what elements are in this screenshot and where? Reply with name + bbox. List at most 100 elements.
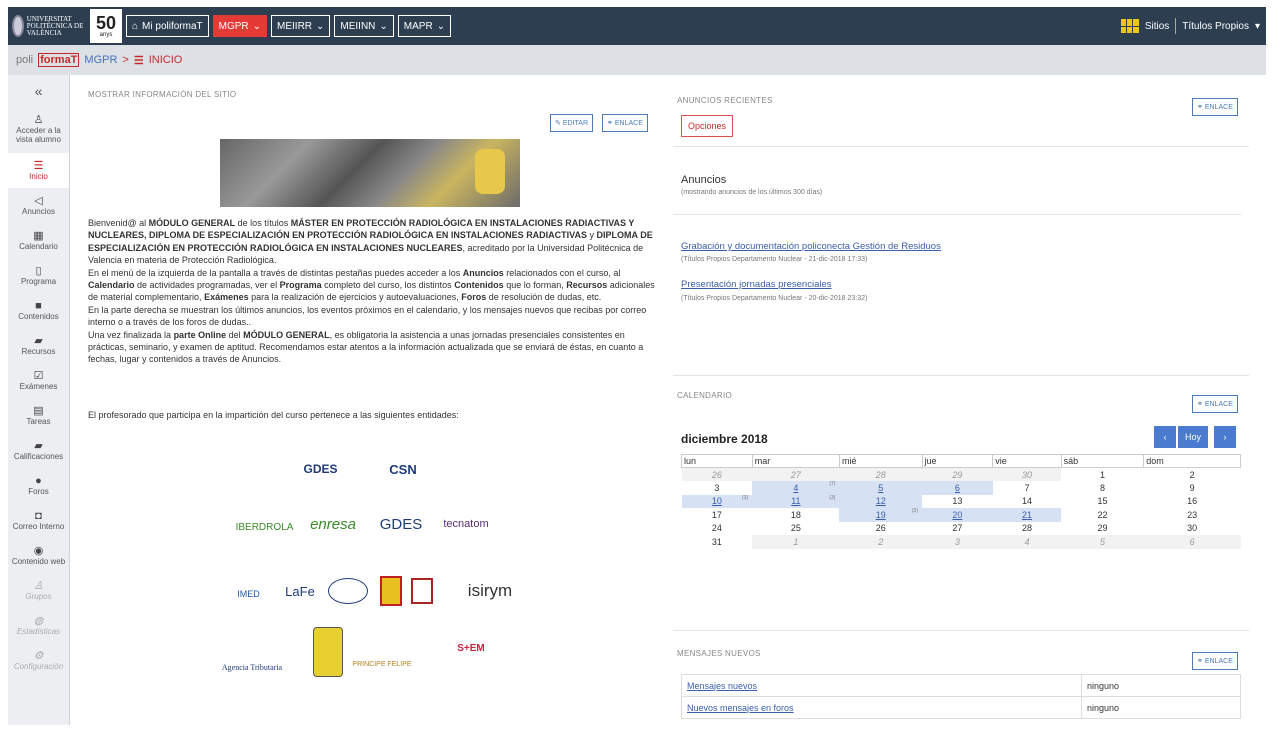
sidebar-item-foros[interactable]: ● Foros <box>8 468 69 503</box>
calendar-day: 22 <box>1097 509 1108 520</box>
calendar-icon: ▦ <box>33 230 44 242</box>
sidebar-item-estadisticas[interactable]: ◍ Estadísticas <box>8 608 69 643</box>
calendar-day: 2 <box>839 535 922 549</box>
calendar-day: 24 <box>711 523 722 534</box>
site-mgpr-button[interactable]: MGPR ⌄ <box>212 15 268 37</box>
prev-month-button[interactable]: ‹ <box>1154 426 1176 448</box>
list-icon: ☰ <box>33 160 44 172</box>
calendar-day: 3 <box>714 482 720 493</box>
breadcrumb-separator: > <box>122 54 129 66</box>
message-link-cell[interactable]: Mensajes nuevos <box>681 674 1082 697</box>
sidebar-item-label: Calendario <box>19 242 58 251</box>
sidebar-item-calificaciones[interactable]: ▰ Calificaciones <box>8 433 69 468</box>
sidebar-item-tareas[interactable]: ▤ Tareas <box>8 398 69 433</box>
forum-messages-link[interactable]: Nuevos mensajes en foros <box>687 703 794 713</box>
sidebar-item-contenido-web[interactable]: ◉ Contenido web <box>8 538 69 573</box>
calendar-day-event[interactable]: 11 (3) <box>752 494 840 508</box>
site-meiinn-button[interactable]: MEIINN ⌄ <box>334 15 394 37</box>
calendar-day: 9 <box>1189 482 1195 493</box>
sidebar-item-contenidos[interactable]: ■ Contenidos <box>8 293 69 328</box>
edit-button[interactable]: ✎ EDITAR <box>550 114 594 132</box>
gdes-logo: GDES <box>303 462 338 476</box>
calendar-day-event[interactable]: 12 <box>839 494 922 508</box>
day-header: jue <box>921 454 994 468</box>
site-mapr-button[interactable]: MAPR ⌄ <box>397 15 452 37</box>
list-icon: ☰ <box>133 54 144 67</box>
message-value: ninguno <box>1081 674 1241 697</box>
lafe-logo: LaFe <box>285 583 315 599</box>
sitios-link[interactable]: Sitios <box>1145 21 1169 32</box>
link-label: ENLACE <box>1204 657 1233 665</box>
messages-link-button[interactable]: ⚭ ENLACE <box>1192 652 1238 670</box>
sidebar-item-student-view[interactable]: ♙ Acceder a la vista alumno <box>8 105 69 153</box>
calendar-link-button[interactable]: ⚭ ENLACE <box>1192 395 1238 413</box>
link-label: ENLACE <box>1204 400 1233 408</box>
sidebar-item-examenes[interactable]: ☑ Exámenes <box>8 363 69 398</box>
calendar-day: 2 <box>1189 469 1195 480</box>
announcements-link-button[interactable]: ⚭ ENLACE <box>1192 98 1238 116</box>
home-icon: ⌂ <box>132 20 139 32</box>
check-icon: ☑ <box>33 370 44 382</box>
day-header: mar <box>751 454 840 468</box>
sidebar-item-anuncios[interactable]: ◁ Anuncios <box>8 188 69 223</box>
announcement-link[interactable]: Presentación jornadas presenciales <box>681 279 832 290</box>
calendar-day-event[interactable]: 19 (3) <box>839 508 922 522</box>
mi-poliformat-button[interactable]: ⌂ Mi poliformaT <box>126 15 209 37</box>
sidebar-item-correo[interactable]: ◘ Correo Interno <box>8 503 69 538</box>
announcements-subheading: (mostrando anuncios de los últimos 300 d… <box>681 189 823 196</box>
day-header: lun <box>681 454 753 468</box>
anniversary-sub: anys <box>99 32 113 38</box>
chevron-down-icon: ⌄ <box>379 20 388 32</box>
calendar-title: CALENDARIO <box>677 391 733 400</box>
top-navbar: UNIVERSITAT POLITÈCNICA DE VALÈNCIA 50 a… <box>8 7 1266 45</box>
calendar-day-event[interactable]: 6 <box>922 481 993 495</box>
sidebar-item-label: Foros <box>28 487 49 496</box>
grid-icon <box>1120 19 1139 33</box>
sidebar-item-recursos[interactable]: ▰ Recursos <box>8 328 69 363</box>
calendar-week: 3 4 (7) 5 6 7 8 9 <box>682 481 1241 495</box>
site-meiirr-button[interactable]: MEIIRR ⌄ <box>271 15 331 37</box>
sidebar-item-programa[interactable]: ▯ Programa <box>8 258 69 293</box>
sidebar-item-label: Grupos <box>25 592 52 601</box>
sidebar-item-label: Recursos <box>21 347 56 356</box>
site-info-link-button[interactable]: ⚭ ENLACE <box>602 114 648 132</box>
calendar-day-event[interactable]: 21 <box>992 508 1062 522</box>
calendar-day-event[interactable]: 10 (3) <box>681 494 753 508</box>
calendar-week: 31 1 2 3 4 5 6 <box>682 535 1241 549</box>
calendar-day: 5 <box>1061 535 1144 549</box>
calendar-day: 8 <box>1099 482 1105 493</box>
breadcrumb-site[interactable]: MGPR <box>84 54 117 66</box>
calendar-day-event[interactable]: 4 (7) <box>752 481 840 495</box>
calendar-day: 4 <box>992 535 1062 549</box>
messages-link[interactable]: Mensajes nuevos <box>687 681 757 691</box>
sidebar-item-label: Programa <box>20 277 57 286</box>
sidebar-item-grupos[interactable]: ♙ Grupos <box>8 573 69 608</box>
today-button[interactable]: Hoy <box>1178 426 1208 448</box>
collapse-sidebar-button[interactable]: « <box>8 75 69 105</box>
message-link-cell[interactable]: Nuevos mensajes en foros <box>681 696 1082 719</box>
calendar-day: 15 <box>1097 496 1108 507</box>
folder-open-icon: ▰ <box>34 335 43 347</box>
sidebar-item-configuracion[interactable]: ⚙ Configuración <box>8 643 69 678</box>
calendar-day: 30 <box>992 467 1062 481</box>
sidebar-item-inicio[interactable]: ☰ Inicio <box>8 153 69 188</box>
next-month-button[interactable]: › <box>1214 426 1236 448</box>
titulos-propios-menu[interactable]: Títulos Propios <box>1182 21 1249 32</box>
announcements-heading: Anuncios <box>681 174 727 186</box>
sem-logo: S+EM <box>457 642 485 654</box>
principe-felipe-logo: PRINCIPE FELIPE <box>352 661 412 668</box>
upv-logo[interactable]: UNIVERSITAT POLITÈCNICA DE VALÈNCIA <box>12 11 87 41</box>
calendar-day-event[interactable]: 5 <box>839 481 922 495</box>
sidebar-item-label: Configuración <box>13 662 64 671</box>
calendar-day-event[interactable]: 20 <box>922 508 993 522</box>
link-icon: ⚭ <box>1197 658 1203 665</box>
options-button[interactable]: Opciones <box>681 115 734 137</box>
announcement-link[interactable]: Grabación y documentación policonecta Ge… <box>681 241 941 252</box>
link-icon: ⚭ <box>1197 401 1203 408</box>
calendar-header-row: lun mar mié jue vie sáb dom <box>681 454 1241 468</box>
sidebar-item-calendario[interactable]: ▦ Calendario <box>8 223 69 258</box>
enresa-logo: enresa <box>310 515 356 533</box>
chevron-down-icon: ⌄ <box>436 20 446 32</box>
calendar-day: 17 <box>711 509 722 520</box>
anniversary-number: 50 <box>95 13 117 33</box>
